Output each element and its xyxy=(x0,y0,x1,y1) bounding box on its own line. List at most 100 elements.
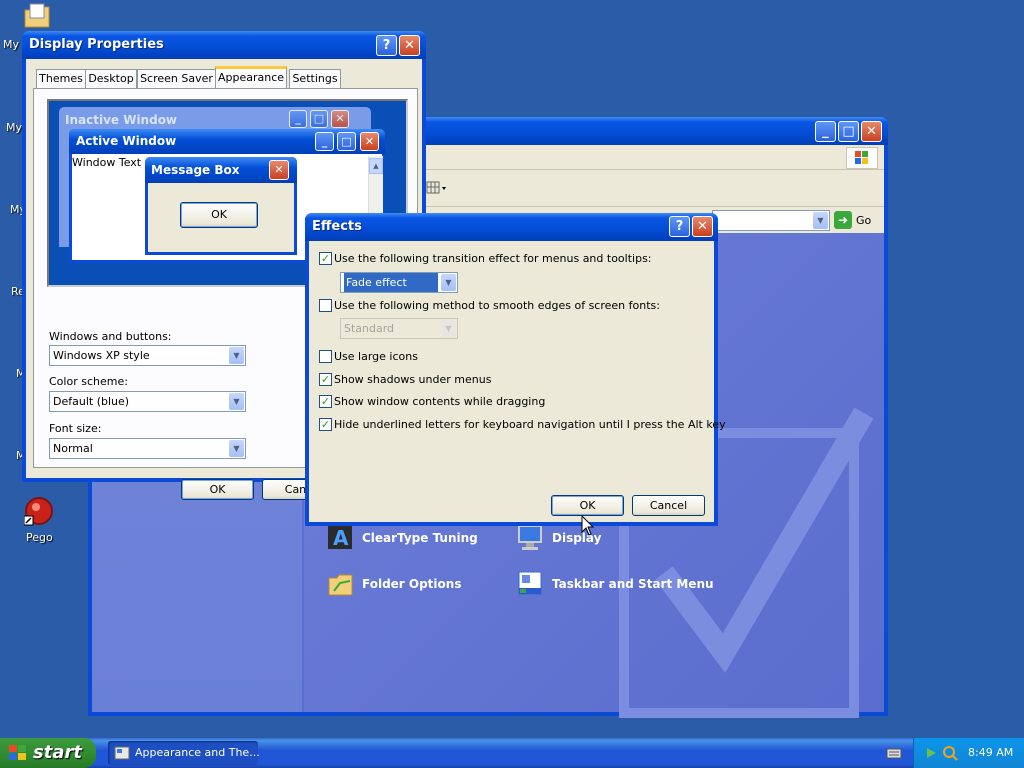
font-size-select[interactable]: Normal ▼ xyxy=(49,438,246,459)
tab-desktop[interactable]: Desktop xyxy=(85,69,137,88)
preview-message-box-title: Message Box xyxy=(151,163,240,177)
transition-effect-label: Use the following transition effect for … xyxy=(334,252,652,265)
cleartype-label[interactable]: ClearType Tuning xyxy=(362,531,478,545)
taskbar-icon xyxy=(516,569,546,599)
cleartype-icon: A xyxy=(326,523,354,551)
transition-effect-checkbox[interactable]: ✓ xyxy=(319,252,332,265)
preview-close-icon: ✕ xyxy=(331,110,349,128)
color-scheme-value: Default (blue) xyxy=(53,395,130,408)
mouse-cursor-icon xyxy=(581,515,595,536)
smooth-edges-select: Standard ▼ xyxy=(340,318,458,339)
keyboard-icon[interactable] xyxy=(886,746,902,760)
preview-window-text: Window Text xyxy=(72,156,142,169)
font-size-value: Normal xyxy=(53,442,93,455)
preview-maximize-icon: □ xyxy=(310,110,328,128)
control-panel-icon xyxy=(114,746,130,760)
taskbar: start Appearance and The... 8:49 AM xyxy=(0,738,1024,768)
desktop-icon-label[interactable]: My xyxy=(6,121,22,134)
windows-buttons-select[interactable]: Windows XP style ▼ xyxy=(49,345,246,366)
effects-cancel-button[interactable]: Cancel xyxy=(632,495,705,516)
preview-message-box: Message Box ✕ OK xyxy=(145,157,297,255)
help-button[interactable]: ? xyxy=(376,35,397,56)
search-icon[interactable] xyxy=(942,745,958,761)
shadows-checkbox[interactable]: ✓ xyxy=(319,373,332,386)
task-label: Appearance and The... xyxy=(135,746,260,759)
network-icon[interactable] xyxy=(924,745,940,761)
tab-label: Screen Saver xyxy=(140,72,213,85)
tab-themes[interactable]: Themes xyxy=(36,69,86,88)
effects-titlebar[interactable]: Effects ? ✕ xyxy=(305,213,718,241)
svg-text:A: A xyxy=(333,526,349,550)
folder-options-link[interactable]: Folder Options xyxy=(324,569,504,601)
chevron-down-icon: ▼ xyxy=(229,440,244,457)
taskbar-start-menu-label[interactable]: Taskbar and Start Menu xyxy=(552,577,714,591)
windows-logo-icon xyxy=(9,745,26,760)
preview-message-box-body: OK xyxy=(148,183,294,252)
smooth-edges-label: Use the following method to smooth edges… xyxy=(334,299,660,312)
preview-active-title: Active Window xyxy=(76,134,177,148)
start-label: start xyxy=(33,742,82,763)
close-button[interactable]: ✕ xyxy=(861,121,882,142)
tab-label: Appearance xyxy=(217,71,285,84)
large-icons-label: Use large icons xyxy=(334,350,418,363)
minimize-button[interactable]: _ xyxy=(815,121,836,142)
chevron-down-icon: ▼ xyxy=(441,274,456,291)
preview-minimize-icon: _ xyxy=(289,110,307,128)
ok-button[interactable]: OK xyxy=(181,479,254,500)
chevron-down-icon: ▼ xyxy=(229,347,244,364)
go-arrow-icon[interactable]: ➜ xyxy=(834,211,852,229)
hide-underline-label: Hide underlined letters for keyboard nav… xyxy=(334,418,726,431)
help-button[interactable]: ? xyxy=(669,216,690,237)
taskbar-start-menu-link[interactable]: Taskbar and Start Menu xyxy=(514,569,714,601)
windows-buttons-label: Windows and buttons: xyxy=(49,330,172,343)
tab-screen-saver[interactable]: Screen Saver xyxy=(137,69,216,88)
preview-close-icon: ✕ xyxy=(269,160,289,180)
preview-minimize-icon: _ xyxy=(315,132,334,151)
effects-dialog: Effects ? ✕ ✓ Use the following transiti… xyxy=(305,213,726,526)
desktop-icon-my-documents[interactable] xyxy=(22,2,52,30)
font-size-label: Font size: xyxy=(49,422,102,435)
preview-inactive-title: Inactive Window xyxy=(65,113,178,127)
hide-underline-checkbox[interactable]: ✓ xyxy=(319,418,332,431)
desktop-icon-label[interactable]: Pego xyxy=(26,531,53,544)
color-scheme-label: Color scheme: xyxy=(49,375,128,388)
maximize-button[interactable]: □ xyxy=(838,121,859,142)
clock[interactable]: 8:49 AM xyxy=(968,746,1013,759)
chevron-down-icon: ▼ xyxy=(441,320,456,337)
drag-contents-label: Show window contents while dragging xyxy=(334,395,546,408)
shadows-label: Show shadows under menus xyxy=(334,373,492,386)
preview-ok-button: OK xyxy=(180,202,258,228)
color-scheme-select[interactable]: Default (blue) ▼ xyxy=(49,391,246,412)
cleartype-tuning-link[interactable]: A ClearType Tuning xyxy=(324,523,504,555)
transition-effect-value: Fade effect xyxy=(344,273,438,292)
pego-icon[interactable] xyxy=(23,496,54,526)
windows-logo-icon xyxy=(846,147,878,169)
display-properties-titlebar[interactable]: Display Properties ? ✕ xyxy=(22,31,426,59)
smooth-edges-checkbox[interactable] xyxy=(319,299,332,312)
go-button-label[interactable]: Go xyxy=(856,214,871,227)
effects-ok-button[interactable]: OK xyxy=(551,495,624,516)
windows-buttons-value: Windows XP style xyxy=(53,349,150,362)
drag-contents-checkbox[interactable]: ✓ xyxy=(319,395,332,408)
transition-effect-select[interactable]: Fade effect ▼ xyxy=(340,272,458,293)
views-icon[interactable] xyxy=(425,180,449,196)
smooth-edges-value: Standard xyxy=(344,322,395,335)
taskbar-task-appearance[interactable]: Appearance and The... xyxy=(108,741,260,765)
display-link[interactable]: Display xyxy=(514,523,694,555)
tab-label: Desktop xyxy=(88,72,134,85)
address-combo[interactable]: ▼ xyxy=(712,210,830,231)
effects-title: Effects xyxy=(312,219,362,234)
close-button[interactable]: ✕ xyxy=(399,35,420,56)
tab-appearance[interactable]: Appearance xyxy=(215,66,287,88)
tab-strip: Themes Desktop Screen Saver Appearance S… xyxy=(33,66,393,88)
tab-settings[interactable]: Settings xyxy=(289,69,341,88)
system-tray: 8:49 AM xyxy=(913,738,1024,768)
folder-options-label[interactable]: Folder Options xyxy=(362,577,461,591)
large-icons-checkbox[interactable] xyxy=(319,350,332,363)
tab-label: Settings xyxy=(292,72,338,85)
effects-client: ✓ Use the following transition effect fo… xyxy=(309,241,726,522)
tab-label: Themes xyxy=(39,72,83,85)
start-button[interactable]: start xyxy=(0,738,96,768)
close-button[interactable]: ✕ xyxy=(692,216,713,237)
folder-options-icon xyxy=(326,569,356,599)
